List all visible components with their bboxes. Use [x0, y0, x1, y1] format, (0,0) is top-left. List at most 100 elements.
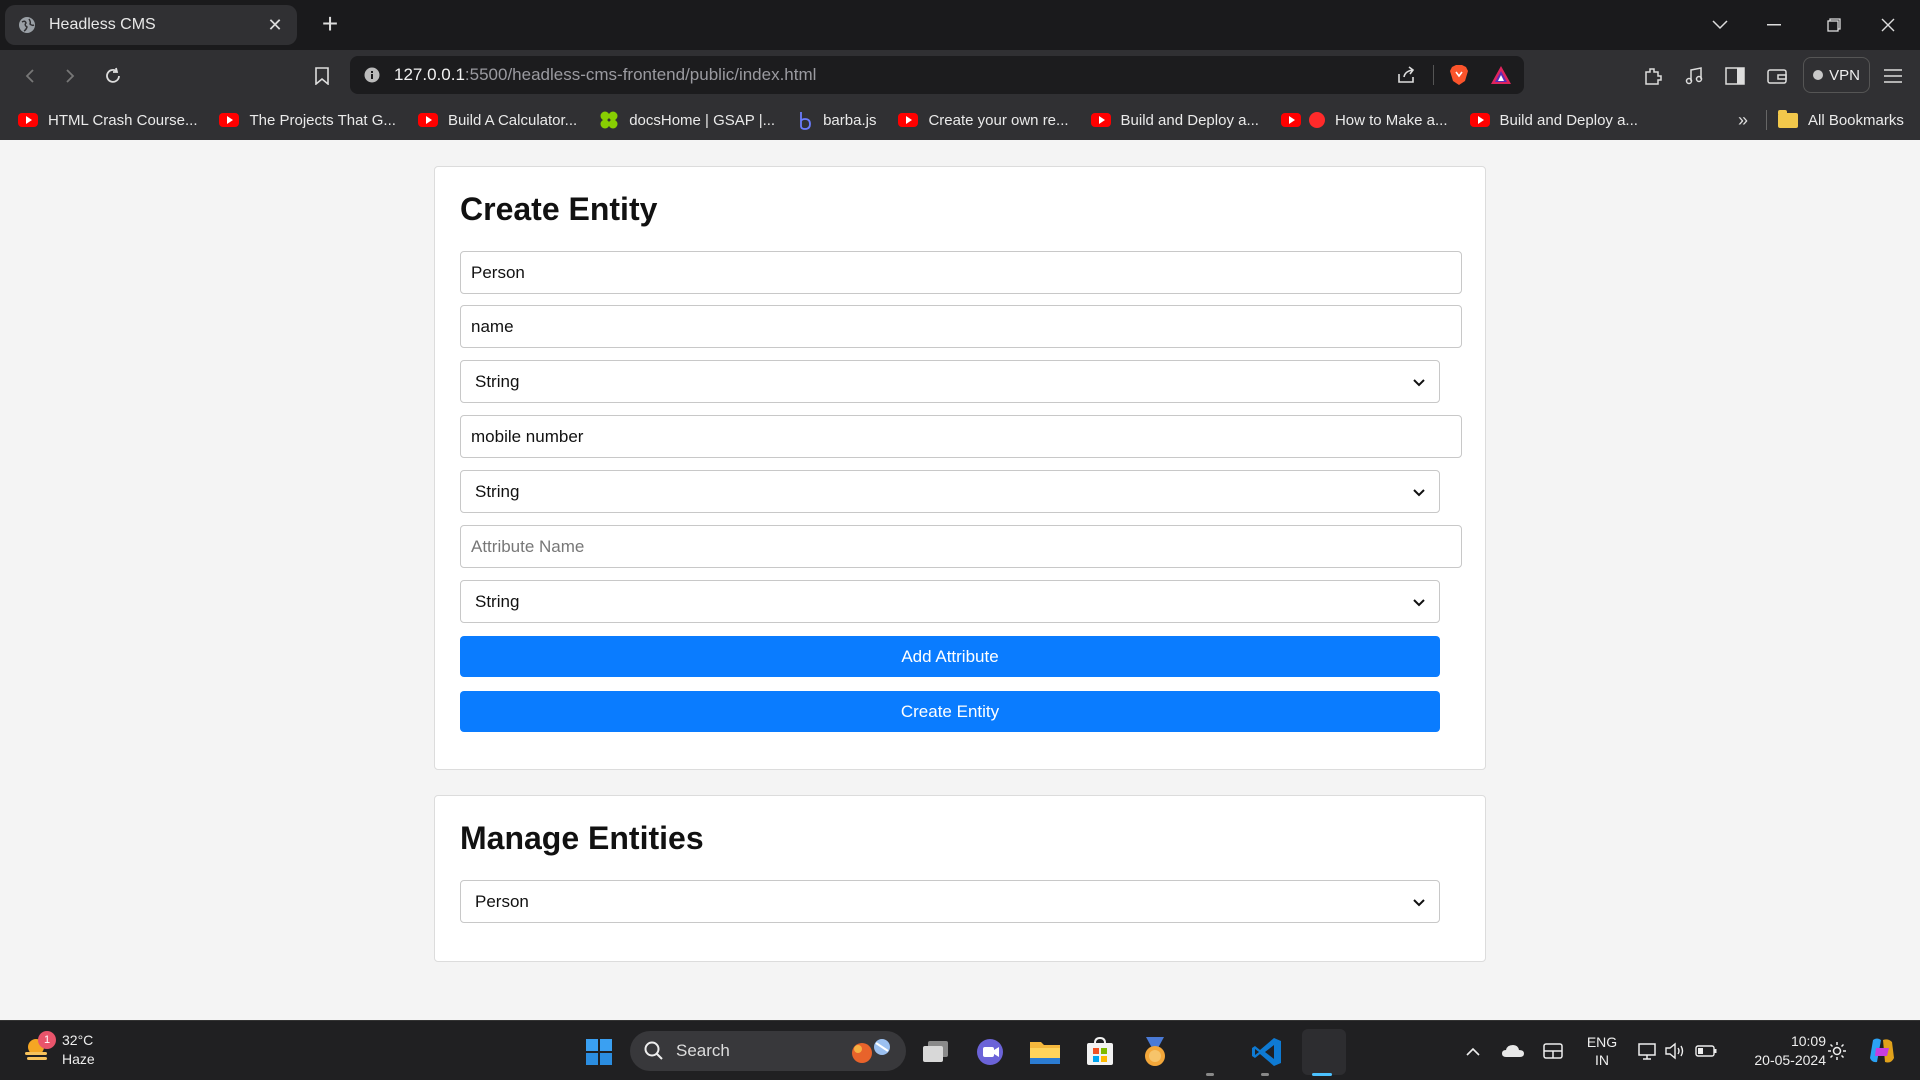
youtube-icon — [18, 113, 38, 127]
chevron-down-icon — [1413, 372, 1425, 392]
bookmark-item[interactable]: Build A Calculator... — [417, 112, 577, 129]
attribute-type-select[interactable]: String — [460, 470, 1440, 513]
show-hidden-icons-chevron-icon[interactable] — [1460, 1021, 1486, 1080]
clock-time: 10:09 — [1790, 1033, 1826, 1049]
language-indicator[interactable]: ENG IN — [1580, 1021, 1624, 1080]
running-indicator — [1261, 1073, 1269, 1076]
more-bookmarks-chevron[interactable]: » — [1738, 100, 1748, 140]
weather-widget[interactable]: 1 32°C Haze — [22, 1031, 95, 1069]
attribute-name-input[interactable]: name — [460, 305, 1462, 348]
youtube-icon — [1280, 113, 1301, 127]
wallet-icon[interactable] — [1760, 59, 1794, 93]
onedrive-cloud-icon[interactable] — [1498, 1021, 1528, 1080]
manage-entities-heading: Manage Entities — [460, 820, 704, 856]
vpn-button[interactable]: VPN — [1803, 57, 1870, 93]
bookmark-item[interactable]: Build and Deploy a... — [1469, 112, 1638, 129]
minimize-icon[interactable] — [1754, 10, 1794, 40]
vpn-status-dot-icon — [1813, 70, 1824, 80]
url-text: 127.0.0.1:5500/headless-cms-frontend/pub… — [394, 65, 817, 84]
copilot-icon[interactable] — [1862, 1021, 1902, 1080]
youtube-icon — [1090, 113, 1111, 127]
volume-icon[interactable] — [1662, 1021, 1690, 1080]
bookmark-item[interactable]: HTML Crash Course... — [18, 112, 197, 129]
touch-keyboard-icon[interactable] — [1538, 1021, 1568, 1080]
bookmark-item[interactable]: docsHome | GSAP |... — [599, 110, 775, 130]
close-tab-icon[interactable]: ✕ — [265, 15, 285, 36]
search-label: Search — [676, 1041, 730, 1060]
weather-temperature: 32°C — [62, 1032, 94, 1048]
active-indicator — [1312, 1073, 1332, 1076]
tab-headless-cms[interactable]: Headless CMS ✕ — [5, 5, 297, 45]
vpn-label: VPN — [1829, 66, 1860, 84]
battery-icon[interactable] — [1692, 1021, 1720, 1080]
browser-toolbar: 127.0.0.1:5500/headless-cms-frontend/pub… — [0, 50, 1920, 100]
region-code: IN — [1595, 1052, 1609, 1068]
bookmarks-divider — [1766, 110, 1767, 130]
create-entity-heading: Create Entity — [460, 191, 658, 227]
red-dot-icon — [1308, 112, 1325, 128]
hamburger-menu-icon[interactable] — [1876, 59, 1910, 93]
forward-icon[interactable] — [54, 60, 86, 92]
tab-strip: Headless CMS ✕ + — [0, 0, 1920, 50]
brave-browser-taskbar-icon[interactable] — [1302, 1029, 1346, 1075]
vscode-icon[interactable] — [1248, 1033, 1286, 1071]
all-bookmarks-label: All Bookmarks — [1808, 111, 1904, 129]
teams-chat-icon[interactable] — [971, 1033, 1009, 1071]
reload-icon[interactable] — [97, 60, 129, 92]
entity-name-input[interactable]: Person — [460, 251, 1462, 294]
entity-select[interactable]: Person — [460, 880, 1440, 923]
notification-settings-icon[interactable] — [1822, 1021, 1852, 1080]
folder-icon — [1778, 109, 1798, 128]
file-explorer-icon[interactable] — [1026, 1033, 1064, 1071]
create-entity-button[interactable]: Create Entity — [460, 691, 1440, 732]
attribute-type-select[interactable]: String — [460, 580, 1440, 623]
manage-entities-card: Manage Entities Person — [434, 795, 1486, 962]
search-highlight-icon — [848, 1037, 894, 1065]
attribute-name-input[interactable]: mobile number — [460, 415, 1462, 458]
clock[interactable]: 10:09 20-05-2024 — [1730, 1021, 1826, 1080]
bookmark-item[interactable]: Build and Deploy a... — [1090, 112, 1259, 129]
add-attribute-button[interactable]: Add Attribute — [460, 636, 1440, 677]
back-icon[interactable] — [14, 60, 46, 92]
share-icon[interactable] — [1390, 56, 1424, 94]
attribute-type-select[interactable]: String — [460, 360, 1440, 403]
taskbar-search-box[interactable]: Search — [630, 1031, 906, 1071]
bookmark-item[interactable]: How to Make a... — [1280, 112, 1448, 129]
brave-rewards-icon[interactable] — [1484, 56, 1518, 94]
create-entity-card: Create Entity Person name String mobile … — [434, 166, 1486, 770]
address-bar[interactable]: 127.0.0.1:5500/headless-cms-frontend/pub… — [350, 56, 1524, 94]
new-tab-button[interactable]: + — [315, 10, 345, 40]
bookmark-item[interactable]: The Projects That G... — [219, 112, 396, 129]
weather-description: Haze — [62, 1051, 95, 1067]
chevron-down-icon — [1413, 592, 1425, 612]
restore-icon[interactable] — [1814, 10, 1854, 40]
task-view-icon[interactable] — [917, 1033, 955, 1071]
youtube-icon — [1469, 113, 1490, 127]
running-indicator — [1206, 1073, 1214, 1076]
media-music-icon[interactable] — [1677, 59, 1711, 93]
barba-icon — [797, 110, 813, 130]
close-window-icon[interactable] — [1868, 10, 1908, 40]
extensions-icon[interactable] — [1636, 59, 1670, 93]
microsoft-store-icon[interactable] — [1081, 1033, 1119, 1071]
globe-icon — [17, 15, 37, 35]
chevron-down-icon — [1413, 892, 1425, 912]
brave-shields-icon[interactable] — [1442, 56, 1476, 94]
all-bookmarks-button[interactable]: All Bookmarks — [1778, 100, 1904, 140]
tab-search-chevron-icon[interactable] — [1700, 10, 1740, 40]
site-info-icon[interactable] — [350, 67, 394, 83]
bookmark-page-icon[interactable] — [306, 60, 338, 92]
youtube-icon — [417, 113, 438, 127]
rewards-medal-icon[interactable] — [1136, 1033, 1174, 1071]
weather-haze-icon: 1 — [22, 1031, 56, 1065]
notification-badge: 1 — [38, 1031, 56, 1049]
sidebar-toggle-icon[interactable] — [1718, 59, 1752, 93]
windows-start-icon[interactable] — [580, 1033, 618, 1071]
bookmark-item[interactable]: barba.js — [797, 110, 876, 130]
pinned-app-icon[interactable] — [1191, 1033, 1229, 1071]
bookmark-item[interactable]: Create your own re... — [898, 112, 1069, 129]
search-icon — [644, 1041, 664, 1061]
network-icon[interactable] — [1634, 1021, 1662, 1080]
attribute-name-input-empty[interactable]: Attribute Name — [460, 525, 1462, 568]
windows-taskbar: 1 32°C Haze Search ENG IN 10:09 20-05-20… — [0, 1020, 1920, 1080]
